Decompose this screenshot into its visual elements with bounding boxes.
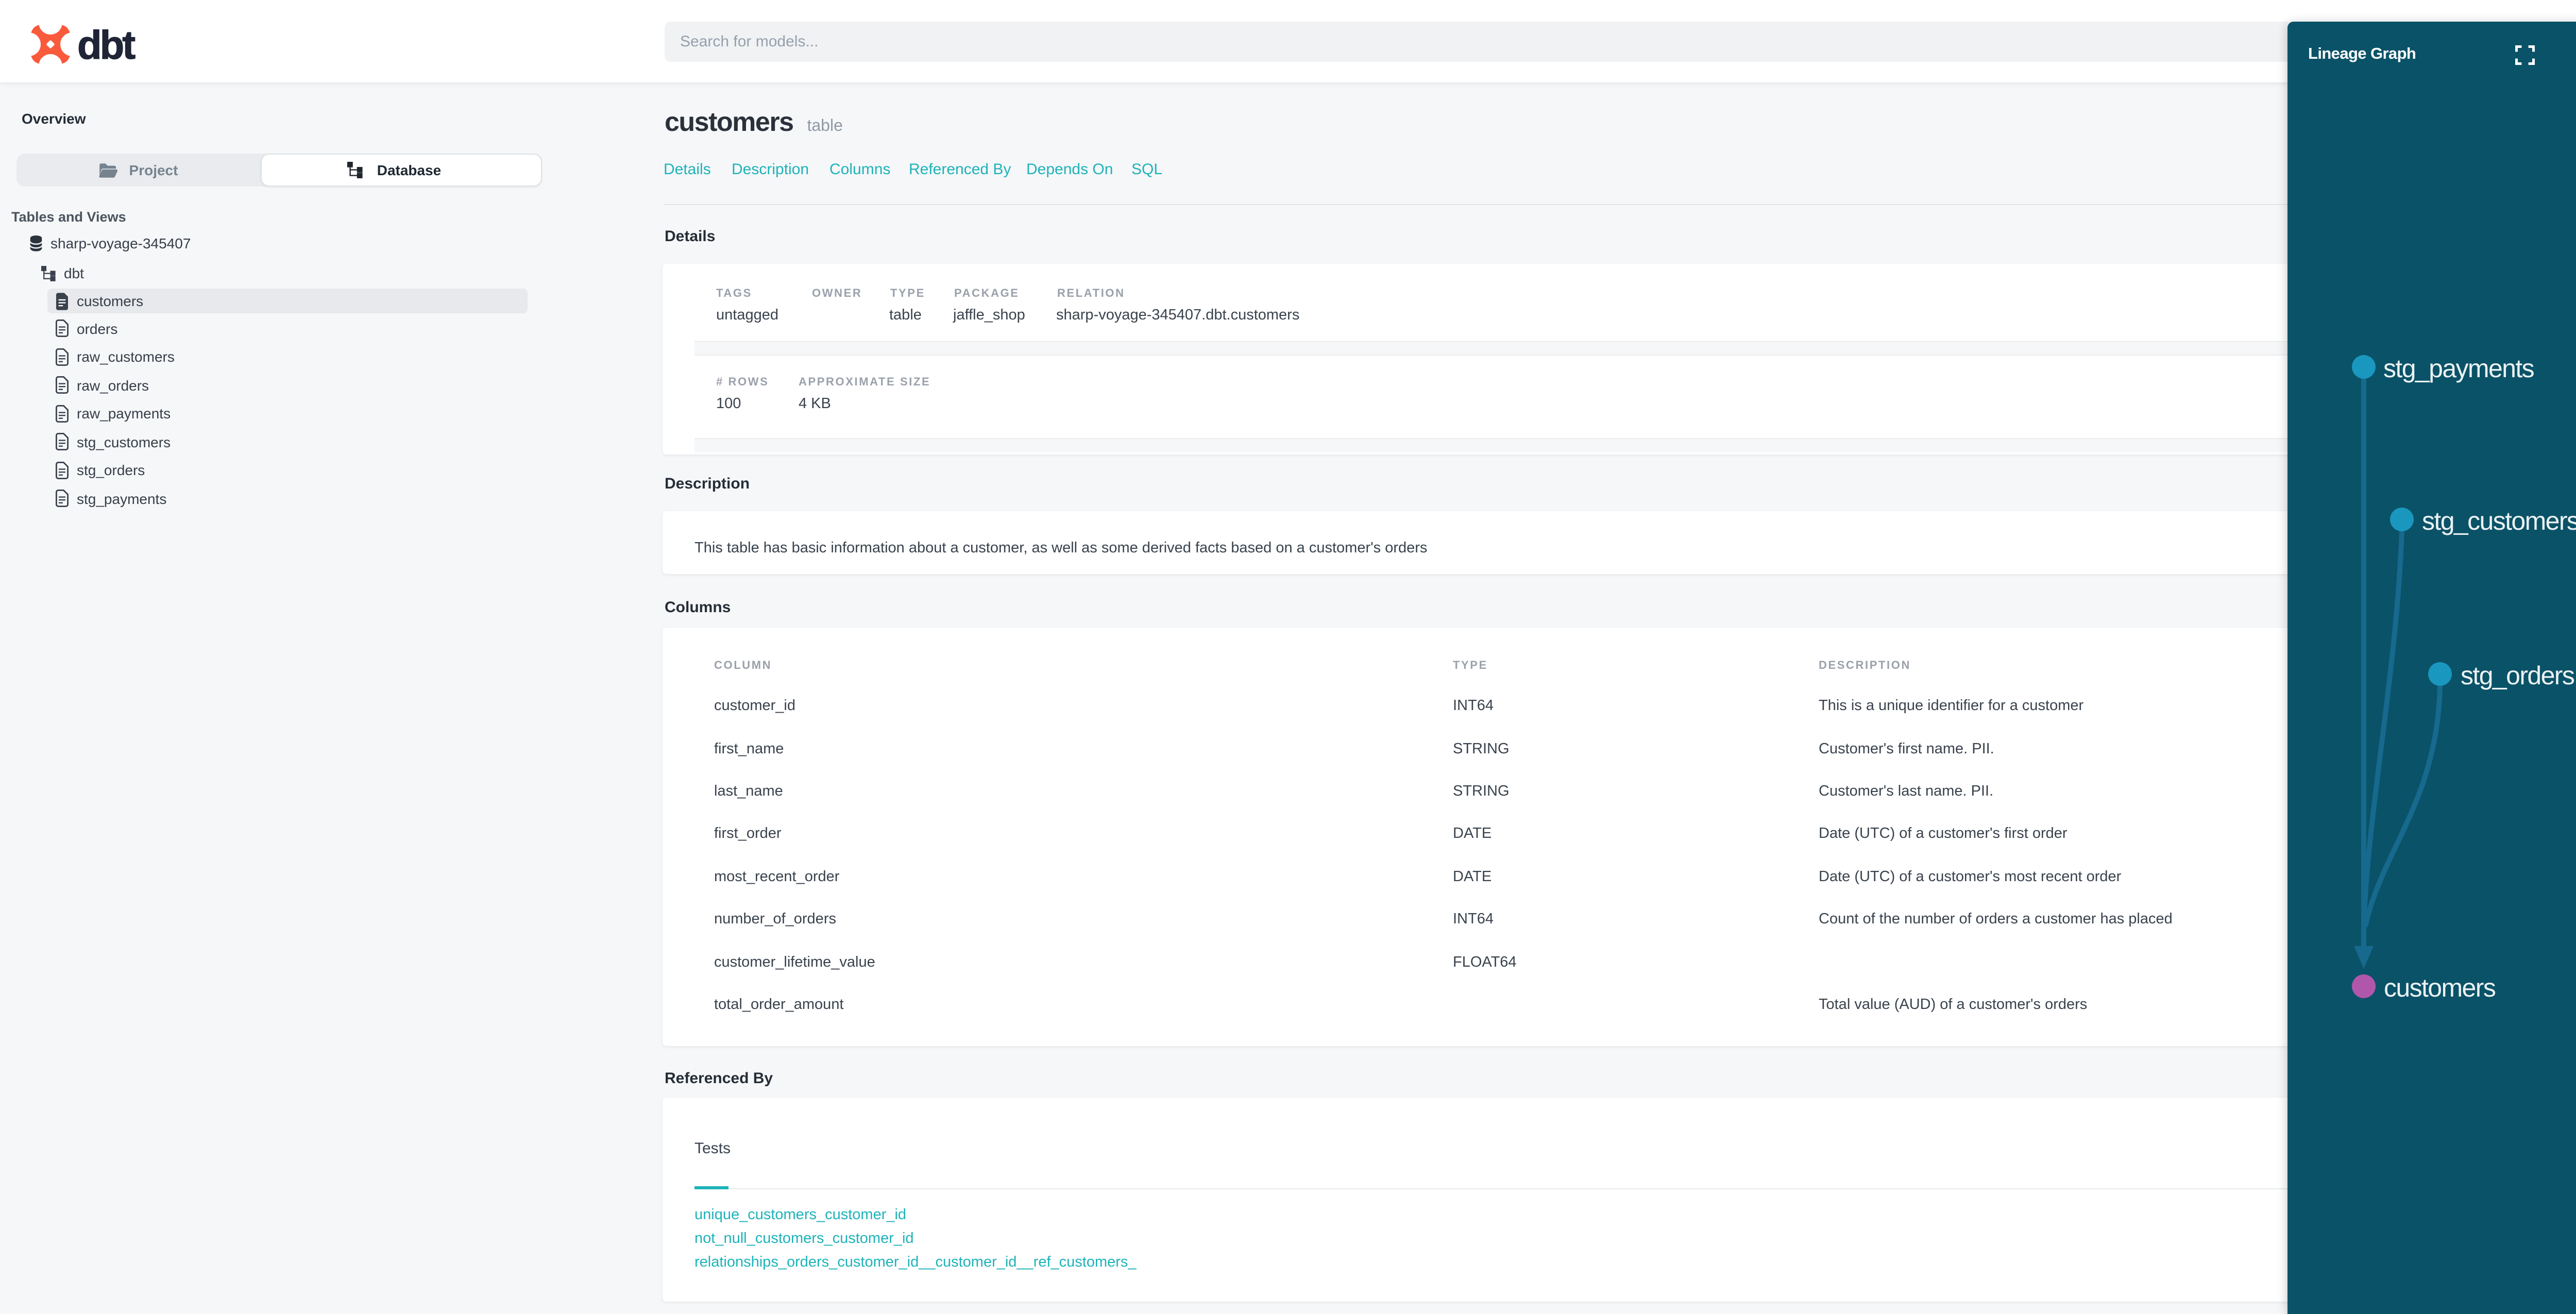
svg-text:stg_customers: stg_customers	[2422, 507, 2576, 535]
svg-text:stg_payments: stg_payments	[2383, 354, 2534, 383]
svg-text:customers: customers	[2384, 973, 2496, 1002]
svg-text:stg_orders: stg_orders	[2461, 661, 2574, 690]
